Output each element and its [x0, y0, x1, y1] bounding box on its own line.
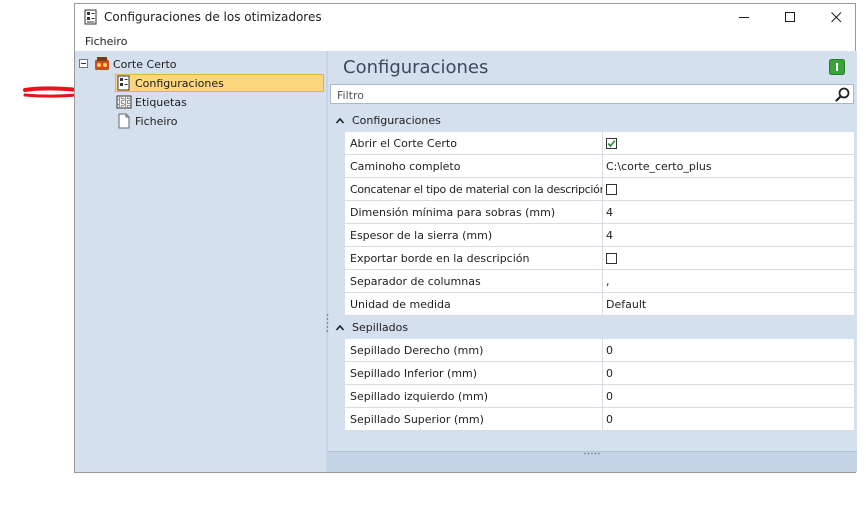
description-splitter[interactable] [328, 451, 857, 472]
collapse-icon[interactable] [79, 59, 88, 68]
info-icon[interactable] [829, 59, 845, 75]
settings-window: Configuraciones de los otimizadores Fich… [74, 3, 857, 473]
tree-node-corte-certo[interactable]: Corte Certo [94, 55, 177, 73]
property-value [603, 247, 854, 270]
property-row: Exportar borde en la descripción [330, 247, 854, 270]
search-icon[interactable] [835, 87, 850, 102]
menu-bar: Ficheiro [75, 32, 855, 50]
property-row: Caminoho completo C:\corte_certo_plus [330, 155, 854, 178]
property-value [603, 132, 854, 155]
property-row: Abrir el Corte Certo [330, 132, 854, 155]
property-name[interactable]: Concatenar el tipo de material con la de… [345, 178, 603, 201]
chevron-up-icon[interactable] [335, 116, 345, 126]
property-grid: Configuraciones Abrir el Corte Certo Cam… [330, 109, 854, 431]
corte-certo-icon [95, 57, 109, 70]
tree-node-etiquetas[interactable]: Etiquetas [116, 93, 187, 111]
grip-icon[interactable] [583, 452, 601, 455]
property-name[interactable]: Sepillado izquierdo (mm) [345, 385, 603, 408]
chevron-up-icon[interactable] [335, 323, 345, 333]
exportar-borde-checkbox[interactable] [606, 252, 617, 264]
property-value[interactable]: 4 [603, 224, 854, 247]
property-row: Sepillado izquierdo (mm) 0 [330, 385, 854, 408]
property-row: Unidad de medida Default [330, 293, 854, 316]
property-name[interactable]: Separador de columnas [345, 270, 603, 293]
maximize-button[interactable] [767, 4, 813, 30]
property-row: Dimensión mínima para sobras (mm) 4 [330, 201, 854, 224]
labels-icon [116, 95, 132, 109]
minimize-icon [738, 16, 749, 18]
property-row: Sepillado Superior (mm) 0 [330, 408, 854, 431]
property-value[interactable]: C:\corte_certo_plus [603, 155, 854, 178]
abrir-corte-certo-checkbox[interactable] [606, 137, 617, 149]
property-value[interactable]: 0 [603, 385, 854, 408]
menu-ficheiro[interactable]: Ficheiro [85, 35, 127, 48]
property-name[interactable]: Sepillado Inferior (mm) [345, 362, 603, 385]
settings-doc-icon [117, 75, 130, 91]
property-row: Separador de columnas , [330, 270, 854, 293]
tree-label: Ficheiro [135, 114, 178, 128]
property-value [603, 178, 854, 201]
tree-node-configuraciones[interactable]: Configuraciones [115, 74, 324, 92]
property-value[interactable]: Default [603, 293, 854, 316]
property-value[interactable]: 4 [603, 201, 854, 224]
tree-node-ficheiro[interactable]: Ficheiro [116, 112, 177, 130]
file-icon [118, 113, 130, 129]
title-bar: Configuraciones de los otimizadores [75, 4, 855, 30]
minimize-button[interactable] [721, 4, 767, 30]
window-title: Configuraciones de los otimizadores [104, 10, 322, 24]
close-icon [830, 11, 841, 22]
tree-label: Etiquetas [135, 95, 187, 109]
property-row: Sepillado Inferior (mm) 0 [330, 362, 854, 385]
maximize-icon [784, 11, 795, 22]
concatenar-checkbox[interactable] [606, 183, 617, 195]
property-value[interactable]: 0 [603, 408, 854, 431]
splitter-grip-icon[interactable] [326, 313, 329, 333]
category-configuraciones[interactable]: Configuraciones [330, 109, 854, 132]
property-name[interactable]: Sepillado Derecho (mm) [345, 339, 603, 362]
property-name[interactable]: Exportar borde en la descripción [345, 247, 603, 270]
close-button[interactable] [813, 4, 859, 30]
property-value[interactable]: 0 [603, 362, 854, 385]
filter-input[interactable] [335, 87, 829, 103]
navigation-tree: Corte Certo Configuraciones Etiquetas Fi… [75, 51, 326, 472]
property-name[interactable]: Caminoho completo [345, 155, 603, 178]
tree-label: Corte Certo [113, 57, 177, 71]
property-panel: Configuraciones Configuraciones Abrir el… [326, 51, 857, 472]
category-sepillados[interactable]: Sepillados [330, 316, 854, 339]
property-name[interactable]: Unidad de medida [345, 293, 603, 316]
property-value[interactable]: 0 [603, 339, 854, 362]
checkmark-icon [607, 139, 616, 147]
app-icon [84, 9, 97, 25]
filter-box [330, 84, 854, 104]
property-name[interactable]: Sepillado Superior (mm) [345, 408, 603, 431]
property-name[interactable]: Abrir el Corte Certo [345, 132, 603, 155]
property-value[interactable]: , [603, 270, 854, 293]
property-name[interactable]: Espesor de la sierra (mm) [345, 224, 603, 247]
property-name[interactable]: Dimensión mínima para sobras (mm) [345, 201, 603, 224]
category-label: Sepillados [352, 321, 409, 334]
property-row: Concatenar el tipo de material con la de… [330, 178, 854, 201]
property-row: Espesor de la sierra (mm) 4 [330, 224, 854, 247]
panel-title: Configuraciones [343, 57, 489, 78]
tree-label: Configuraciones [135, 76, 224, 90]
property-row: Sepillado Derecho (mm) 0 [330, 339, 854, 362]
category-label: Configuraciones [352, 114, 441, 127]
